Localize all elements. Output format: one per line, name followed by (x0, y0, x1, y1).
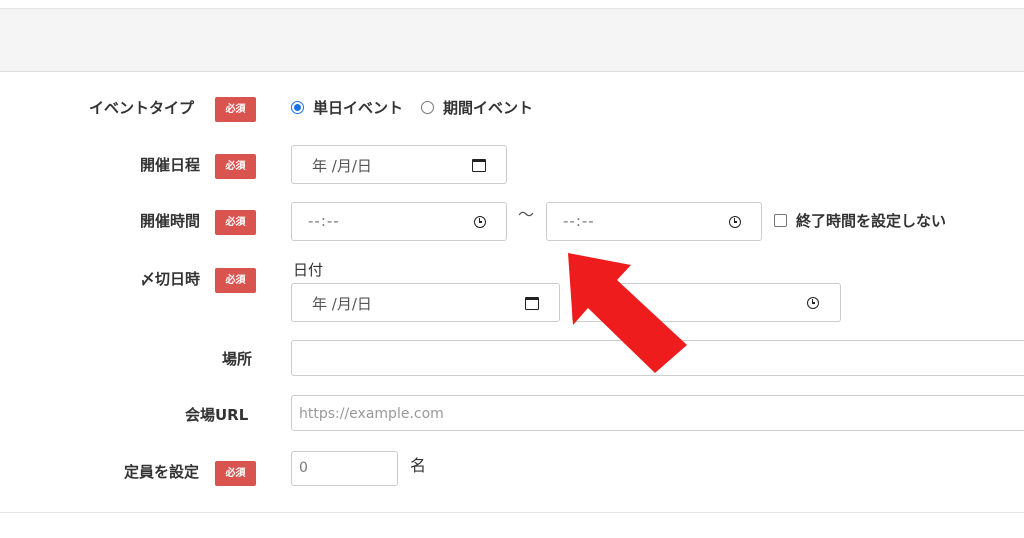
deadline-label: 〆切日時 (140, 270, 201, 288)
start-time-input[interactable]: --:-- (291, 202, 507, 241)
event-type-radio-group: 単日イベント 期間イベント (291, 96, 551, 118)
annotation-arrow-shape (568, 253, 687, 373)
capacity-input[interactable]: 0 (291, 451, 398, 486)
venue-label: 場所 (222, 350, 253, 368)
clock-icon[interactable] (729, 216, 741, 228)
calendar-icon[interactable] (472, 159, 486, 172)
required-badge: 必須 (215, 97, 256, 122)
end-time-value: --:-- (563, 212, 595, 230)
clock-icon[interactable] (807, 297, 819, 309)
header-band (0, 8, 1024, 72)
no-end-time-checkbox[interactable] (774, 214, 787, 227)
event-time-label: 開催時間 (140, 212, 201, 230)
venue-url-input[interactable]: https://example.com (291, 395, 1024, 431)
required-badge: 必須 (215, 154, 256, 179)
required-badge: 必須 (215, 210, 256, 235)
period-radio-label[interactable]: 期間イベント (443, 97, 533, 118)
deadline-date-sublabel: 日付 (293, 261, 324, 279)
clock-icon[interactable] (474, 216, 486, 228)
time-range-separator: 〜 (518, 205, 535, 224)
start-time-value: --:-- (308, 212, 340, 230)
capacity-placeholder: 0 (299, 460, 308, 476)
required-badge: 必須 (215, 461, 256, 486)
single-day-radio-label[interactable]: 単日イベント (313, 97, 403, 118)
required-badge: 必須 (215, 268, 256, 293)
deadline-date-value: 年 /月/日 (312, 295, 372, 313)
capacity-label: 定員を設定 (124, 463, 200, 481)
venue-url-label: 会場URL (185, 406, 249, 424)
event-type-label: イベントタイプ (89, 99, 195, 117)
capacity-unit: 名 (410, 456, 427, 475)
bottom-divider (0, 512, 1024, 513)
event-date-label: 開催日程 (140, 156, 201, 174)
period-radio[interactable] (421, 100, 435, 114)
single-day-radio[interactable] (291, 100, 304, 114)
deadline-date-input[interactable]: 年 /月/日 (291, 283, 560, 322)
end-time-input[interactable]: --:-- (546, 202, 762, 241)
annotation-arrow (568, 253, 687, 373)
no-end-time-label[interactable]: 終了時間を設定しない (796, 210, 946, 231)
calendar-icon[interactable] (525, 297, 539, 310)
event-date-input[interactable]: 年 /月/日 (291, 145, 507, 184)
venue-url-placeholder: https://example.com (299, 406, 444, 422)
no-end-time-option: 終了時間を設定しない (774, 210, 946, 231)
event-date-value: 年 /月/日 (312, 157, 372, 175)
